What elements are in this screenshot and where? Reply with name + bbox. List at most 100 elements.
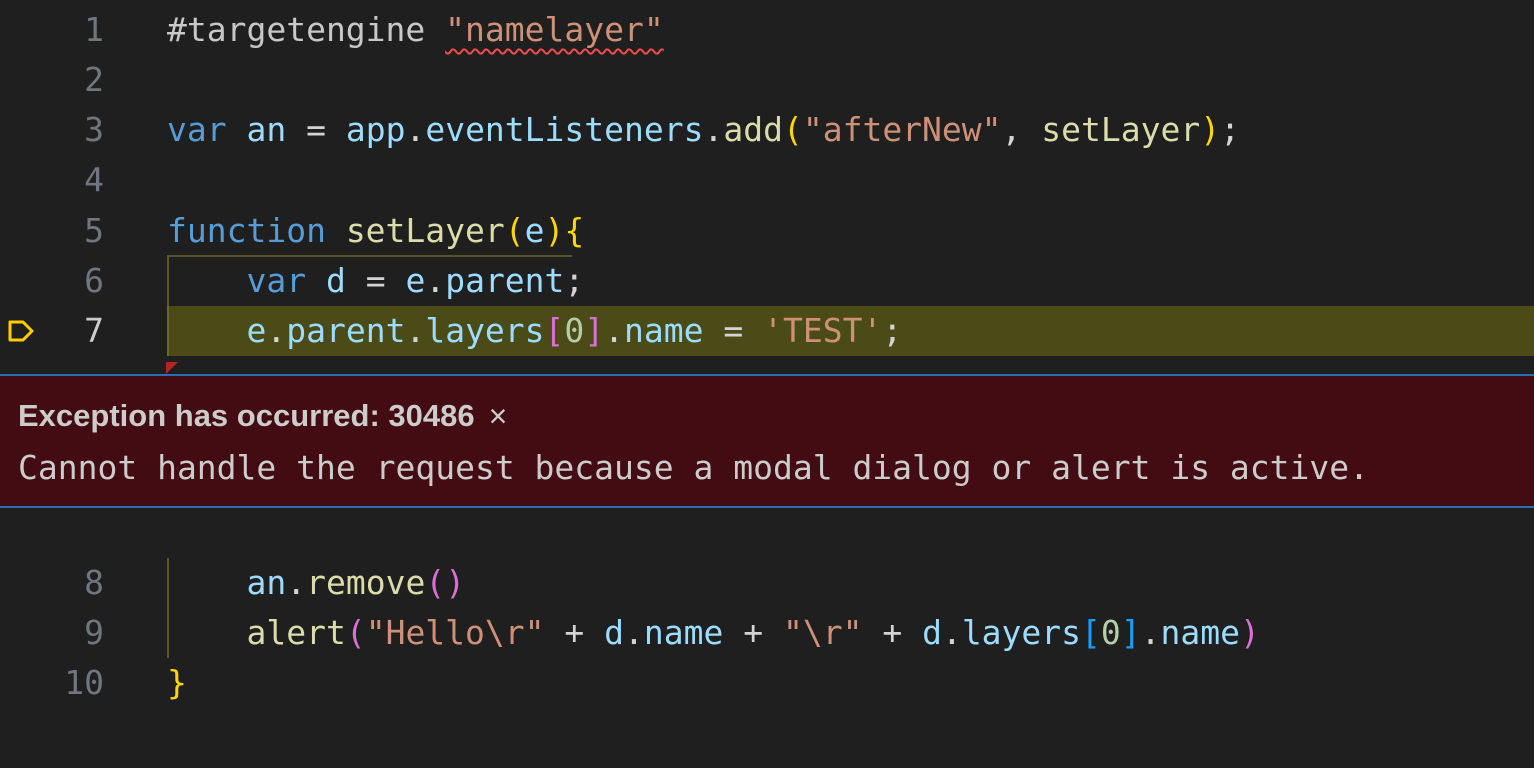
code-token: 0	[1100, 613, 1121, 652]
code-token: "\r"	[782, 613, 863, 652]
code-text[interactable]: }	[167, 658, 187, 708]
code-token: 0	[564, 311, 585, 350]
code-token: [	[544, 311, 565, 350]
code-token: parent	[445, 261, 565, 300]
code-token: app	[345, 110, 406, 149]
line-number[interactable]: 6	[0, 256, 104, 306]
code-token: }	[167, 663, 187, 702]
code-line[interactable]: 7 e.parent.layers[0].name = 'TEST';	[0, 306, 1534, 356]
line-number[interactable]: 5	[0, 206, 104, 256]
code-token: #targetengine	[167, 10, 446, 49]
code-token: )	[445, 563, 466, 602]
code-text[interactable]: var an = app.eventListeners.add("afterNe…	[167, 105, 1240, 155]
code-token: (	[425, 563, 446, 602]
line-number[interactable]: 4	[0, 155, 104, 205]
code-token: (	[345, 613, 366, 652]
code-line[interactable]: 4	[0, 155, 1534, 205]
code-token: setLayer	[1041, 110, 1201, 149]
code-token: ]	[1120, 613, 1141, 652]
code-token: name	[624, 311, 704, 350]
code-token: =	[703, 311, 764, 350]
code-line[interactable]: 1 #targetengine "namelayer"	[0, 5, 1534, 55]
code-token: e	[405, 261, 426, 300]
code-line[interactable]: 8 an.remove()	[0, 558, 1534, 608]
code-line[interactable]: 2	[0, 55, 1534, 105]
close-icon[interactable]: ×	[489, 400, 508, 432]
code-token: )	[1200, 110, 1221, 149]
code-token: +	[723, 613, 783, 652]
code-token: ;	[882, 311, 903, 350]
code-token: name	[1160, 613, 1241, 652]
code-token: [	[1081, 613, 1101, 652]
code-token: "Hello\r"	[365, 613, 545, 652]
code-token: layers	[425, 311, 545, 350]
code-token: var	[246, 261, 326, 300]
code-token: .	[266, 311, 287, 350]
code-text[interactable]: var d = e.parent;	[167, 256, 584, 306]
code-token: d	[325, 261, 346, 300]
code-line[interactable]: 10}	[0, 658, 1534, 708]
exception-pointer-arrow	[166, 362, 178, 374]
code-line[interactable]: 3 var an = app.eventListeners.add("afterN…	[0, 105, 1534, 155]
code-token: .	[604, 311, 625, 350]
code-token: e	[246, 311, 267, 350]
code-token: )	[1240, 613, 1260, 652]
exception-title: Exception has occurred: 30486	[18, 398, 475, 433]
line-number[interactable]: 3	[0, 105, 104, 155]
code-text[interactable]: e.parent.layers[0].name = 'TEST';	[167, 306, 902, 356]
code-token: e	[524, 211, 545, 250]
code-token: ;	[1220, 110, 1240, 149]
code-token: add	[723, 110, 783, 149]
code-token: (	[782, 110, 803, 149]
code-text[interactable]: an.remove()	[167, 558, 465, 608]
exception-widget: Exception has occurred: 30486 × Cannot h…	[0, 374, 1534, 508]
line-number[interactable]: 10	[0, 658, 104, 708]
code-token: .	[405, 110, 426, 149]
code-text[interactable]: function setLayer(e){	[167, 206, 584, 256]
code-token: parent	[286, 311, 406, 350]
code-line[interactable]: 9 alert("Hello\r" + d.name + "\r" + d.la…	[0, 608, 1534, 658]
code-text[interactable]: #targetengine "namelayer"	[167, 5, 664, 55]
code-token: ]	[584, 311, 605, 350]
code-token: layers	[961, 613, 1082, 652]
code-text[interactable]: alert("Hello\r" + d.name + "\r" + d.laye…	[167, 608, 1260, 658]
code-token: d	[604, 613, 624, 652]
code-token: ;	[564, 261, 585, 300]
code-token: +	[544, 613, 605, 652]
code-token: .	[425, 261, 446, 300]
code-token: .	[286, 563, 307, 602]
code-token: .	[1140, 613, 1161, 652]
code-token: "namelayer"	[445, 10, 664, 49]
code-token: )	[544, 211, 565, 250]
code-token: 'TEST'	[763, 311, 883, 350]
code-token: an	[246, 563, 287, 602]
code-token: .	[941, 613, 962, 652]
line-number[interactable]: 7	[0, 306, 104, 356]
code-token: .	[405, 311, 426, 350]
code-token: {	[564, 211, 585, 250]
code-line[interactable]: 6 var d = e.parent;	[0, 256, 1534, 306]
code-line[interactable]: 5 function setLayer(e){	[0, 206, 1534, 256]
code-token: alert	[246, 613, 346, 652]
line-number[interactable]: 2	[0, 55, 104, 105]
code-token: (	[504, 211, 525, 250]
code-token: .	[703, 110, 724, 149]
exception-message: Cannot handle the request because a moda…	[18, 448, 1370, 487]
code-token: .	[624, 613, 644, 652]
line-number[interactable]: 9	[0, 608, 104, 658]
exception-title-row: Exception has occurred: 30486 ×	[18, 398, 507, 434]
code-token: eventListeners	[425, 110, 704, 149]
code-token: =	[286, 110, 346, 149]
code-token: d	[922, 613, 942, 652]
line-number[interactable]: 8	[0, 558, 104, 608]
line-number[interactable]: 1	[0, 5, 104, 55]
code-token: an	[246, 110, 287, 149]
code-token: +	[862, 613, 923, 652]
code-token: setLayer	[345, 211, 505, 250]
code-token: ,	[1001, 110, 1042, 149]
code-token: name	[643, 613, 724, 652]
code-token: remove	[306, 563, 426, 602]
